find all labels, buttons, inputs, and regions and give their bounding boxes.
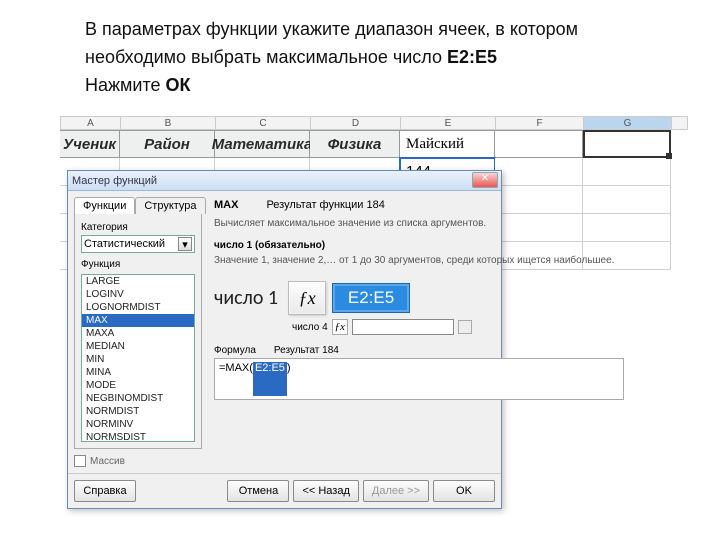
fx-button[interactable]: ƒx xyxy=(288,281,326,315)
array-checkbox[interactable] xyxy=(74,455,86,467)
tab-structure[interactable]: Структура xyxy=(135,197,205,214)
col-header-b[interactable]: B xyxy=(121,117,216,129)
header-physics[interactable]: Физика xyxy=(310,130,400,158)
header-district[interactable]: Район xyxy=(120,130,215,158)
chevron-down-icon: ▾ xyxy=(178,237,192,251)
range-input[interactable]: E2:E5 xyxy=(332,283,410,313)
func-item[interactable]: LOGNORMDIST xyxy=(82,301,194,314)
cancel-button[interactable]: Отмена xyxy=(227,480,289,502)
range-picker-icon[interactable] xyxy=(458,320,472,334)
col-header-g[interactable]: G xyxy=(584,117,672,129)
cell-f1[interactable] xyxy=(495,130,583,158)
dialog-titlebar[interactable]: Мастер функций ✕ xyxy=(68,171,501,191)
tab-functions[interactable]: Функции xyxy=(74,197,135,214)
func-item[interactable]: MEDIAN xyxy=(82,340,194,353)
func-item[interactable]: MAXA xyxy=(82,327,194,340)
col-header-c[interactable]: C xyxy=(216,117,311,129)
header-math[interactable]: Математика xyxy=(215,130,310,158)
func-item[interactable]: NORMINV xyxy=(82,418,194,431)
cell-g1[interactable] xyxy=(583,130,671,158)
result2-label: Результат 184 xyxy=(274,345,339,356)
arg-required: число 1 (обязательно) xyxy=(214,240,624,251)
func-item[interactable]: LARGE xyxy=(82,275,194,288)
cell-e1[interactable]: Майский xyxy=(400,130,495,158)
next-button[interactable]: Далее >> xyxy=(363,480,429,502)
category-select[interactable]: Статистический ▾ xyxy=(81,235,195,253)
col-header-a[interactable]: A xyxy=(61,117,121,129)
close-icon[interactable]: ✕ xyxy=(472,172,498,188)
fx-icon[interactable]: ƒx xyxy=(332,319,348,335)
col-header-f[interactable]: F xyxy=(496,117,584,129)
column-headers: A B C D E F G xyxy=(60,116,688,130)
help-button[interactable]: Справка xyxy=(74,480,136,502)
function-label: Функция xyxy=(81,259,195,270)
formula-textarea[interactable]: =MAX(E2:E5) xyxy=(214,358,624,400)
arg-label: число 1 xyxy=(214,286,278,310)
func-item[interactable]: NORMDIST xyxy=(82,405,194,418)
result-label: Результат функции 184 xyxy=(266,199,384,211)
ok-button[interactable]: OK xyxy=(433,480,495,502)
col-header-e[interactable]: E xyxy=(401,117,496,129)
category-label: Категория xyxy=(81,222,195,233)
formula-label: Формула xyxy=(214,345,256,356)
function-list[interactable]: LARGE LOGINV LOGNORMDIST MAX MAXA MEDIAN… xyxy=(81,274,195,442)
function-wizard-dialog: Мастер функций ✕ Функции Структура Катег… xyxy=(67,170,502,509)
instructions-text: В параметрах функции укажите диапазон яч… xyxy=(0,0,720,108)
func-item[interactable]: MODE xyxy=(82,379,194,392)
col-header-d[interactable]: D xyxy=(311,117,401,129)
array-label: Массив xyxy=(90,456,125,467)
func-item[interactable]: NEGBINOMDIST xyxy=(82,392,194,405)
func-item-selected[interactable]: MAX xyxy=(82,314,194,327)
func-item[interactable]: MIN xyxy=(82,353,194,366)
dialog-title: Мастер функций xyxy=(72,175,157,187)
arg-hint: Значение 1, значение 2,… от 1 до 30 аргу… xyxy=(214,254,624,267)
func-name: MAX xyxy=(214,199,238,211)
func-item[interactable]: NORMSDIST xyxy=(82,431,194,442)
back-button[interactable]: << Назад xyxy=(293,480,358,502)
func-item[interactable]: MINA xyxy=(82,366,194,379)
arg4-input[interactable] xyxy=(352,319,454,335)
func-description: Вычисляет максимальное значение из списк… xyxy=(214,217,624,230)
header-student[interactable]: Ученик xyxy=(60,130,120,158)
small-arg-label: число 4 xyxy=(292,322,328,333)
header-row: Ученик Район Математика Физика Майский xyxy=(60,130,688,158)
func-item[interactable]: LOGINV xyxy=(82,288,194,301)
